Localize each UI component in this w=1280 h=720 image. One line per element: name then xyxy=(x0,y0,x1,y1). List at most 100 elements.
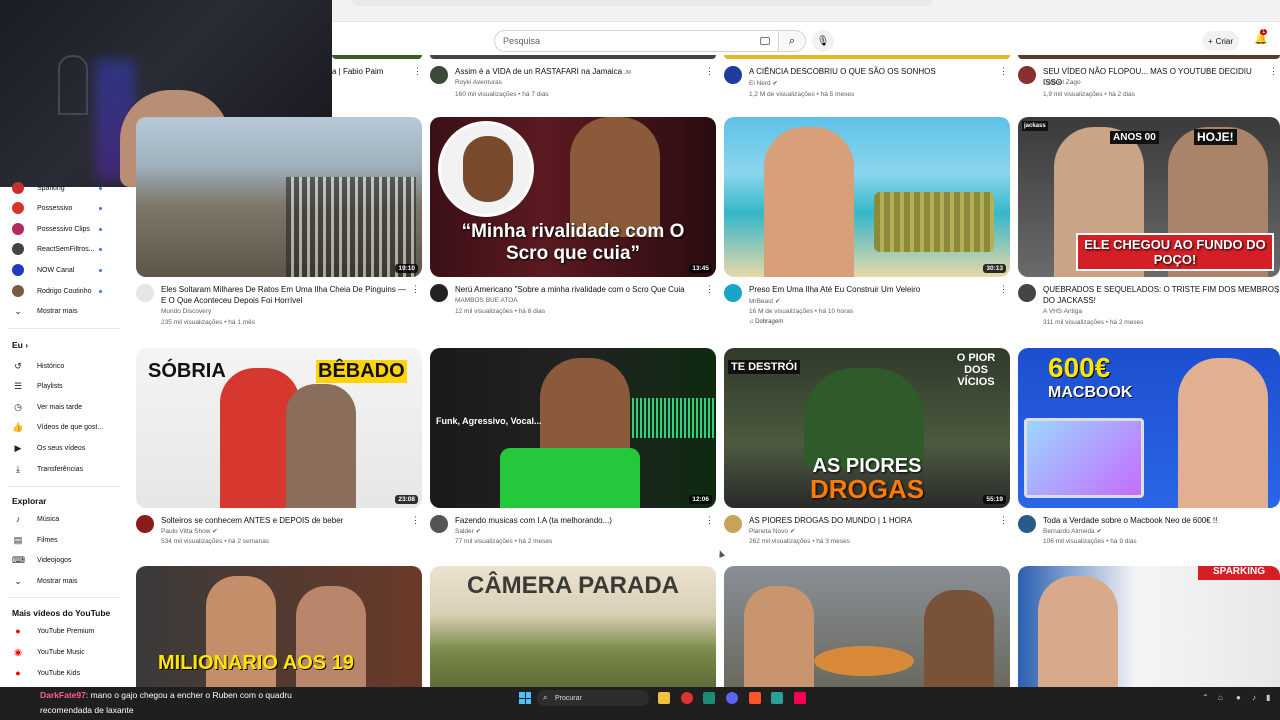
windows-start-icon[interactable] xyxy=(519,692,531,704)
channel-name[interactable]: Ei Nerd ✔ xyxy=(749,79,778,87)
video-title[interactable]: Assim é a VIDA de un RASTAFARI na Jamaic… xyxy=(455,66,700,79)
mic-icon[interactable]: ● xyxy=(1236,693,1241,702)
channel-avatar[interactable] xyxy=(1018,515,1036,533)
video-title[interactable]: A CIÊNCIA DESCOBRIU O QUE SÃO OS SONHOS xyxy=(749,66,994,77)
more-options-icon[interactable]: ⋮ xyxy=(705,515,714,526)
channel-avatar[interactable] xyxy=(136,515,154,533)
network-icon[interactable]: ⌂ xyxy=(1218,693,1223,702)
sidebar-item-gaming[interactable]: ⌨ Videojogos xyxy=(0,550,128,570)
tiktok-icon[interactable] xyxy=(794,692,806,704)
sidebar-sub-now-canal[interactable]: NOW Canal xyxy=(0,260,128,280)
sidebar-item-yt-music[interactable]: ◉ YouTube Music xyxy=(0,642,128,662)
address-bar[interactable] xyxy=(352,0,932,6)
channel-name[interactable]: MrBeast ✔ xyxy=(749,297,780,305)
sidebar-sub-possessivo[interactable]: Possessivo xyxy=(0,198,128,218)
channel-name[interactable]: Planeta Novo ✔ xyxy=(749,527,795,535)
sidebar-item-downloads[interactable]: ⤓ Transferências xyxy=(0,459,128,479)
sidebar-item-history[interactable]: ↺ Histórico xyxy=(0,356,128,376)
taskbar-search[interactable]: ⌕ Procurar xyxy=(537,690,649,706)
video-title[interactable]: a | Fabio Paim xyxy=(332,66,392,77)
channel-name[interactable]: MAMBOS BUE ATOA xyxy=(455,297,518,304)
channel-avatar[interactable] xyxy=(136,284,154,302)
chevron-up-icon[interactable]: ⌃ xyxy=(1202,693,1209,702)
channel-avatar[interactable] xyxy=(1018,284,1036,302)
sidebar-sub-reactsemfiltros[interactable]: ReactSemFiltros... xyxy=(0,239,128,259)
channel-avatar[interactable] xyxy=(724,284,742,302)
discord-icon[interactable] xyxy=(726,692,738,704)
video-thumbnail[interactable]: CÂMERA PARADA xyxy=(430,566,716,687)
channel-avatar[interactable] xyxy=(430,515,448,533)
video-title[interactable]: Fazendo musicas com I.A (ta melhorando..… xyxy=(455,515,700,526)
channel-name-text: Planeta Novo xyxy=(749,528,789,535)
sidebar-show-more-subs[interactable]: ⌄ Mostrar mais xyxy=(0,301,128,321)
channel-name[interactable]: Bernardo Almeida ✔ xyxy=(1043,527,1102,535)
video-thumbnail[interactable]: “Minha rivalidade com O Scro que cuia” 1… xyxy=(430,117,716,277)
search-input[interactable]: Pesquisa xyxy=(494,30,778,52)
sidebar-sub-rodrigo-coutinho[interactable]: Rodrigo Coutinho xyxy=(0,281,128,301)
video-title[interactable]: Nerú Americano "Sobre a minha rivalidade… xyxy=(455,284,700,295)
sidebar-item-music[interactable]: ♪ Música xyxy=(0,509,128,529)
keyboard-icon[interactable] xyxy=(760,37,770,45)
video-thumbnail[interactable]: 19:10 xyxy=(136,117,422,277)
channel-name[interactable]: Royki Aventuras xyxy=(455,79,502,86)
sidebar-item-watch-later[interactable]: ◷ Ver mais tarde xyxy=(0,397,128,417)
more-options-icon[interactable]: ⋮ xyxy=(705,284,714,295)
voice-search-button[interactable]: 🎙 xyxy=(812,30,834,52)
video-thumbnail[interactable]: jackass ANOS 00 HOJE! ELE CHEGOU AO FUND… xyxy=(1018,117,1280,277)
video-thumbnail[interactable]: Funk, Agressivo, Vocal... 12:06 xyxy=(430,348,716,508)
channel-name[interactable]: Gabriel Zago xyxy=(1043,79,1081,86)
channel-name[interactable]: Paulo Vitta Show ✔ xyxy=(161,527,218,535)
video-thumbnail[interactable]: TE DESTRÓI O PIOR DOS VÍCIOS AS PIORES D… xyxy=(724,348,1010,508)
file-explorer-icon[interactable] xyxy=(658,692,670,704)
channel-name[interactable]: A VHS Antiga xyxy=(1043,308,1082,315)
battery-icon[interactable]: ▮ xyxy=(1266,693,1270,702)
sidebar-item-movies[interactable]: ▤ Filmes xyxy=(0,530,128,550)
video-title[interactable]: Eles Soltaram Milhares De Ratos Em Uma I… xyxy=(161,284,406,306)
channel-name[interactable]: Mundo Discovery xyxy=(161,308,211,315)
video-thumbnail[interactable]: 30:13 xyxy=(724,117,1010,277)
video-thumbnail[interactable] xyxy=(724,566,1010,687)
channel-avatar[interactable] xyxy=(724,515,742,533)
video-thumbnail[interactable]: 600€ MACBOOK xyxy=(1018,348,1280,508)
channel-name[interactable]: Salder ✔ xyxy=(455,527,481,535)
you-heading[interactable]: Eu › xyxy=(12,340,28,350)
channel-avatar[interactable] xyxy=(430,284,448,302)
video-title[interactable]: QUEBRADOS E SEQUELADOS: O TRISTE FIM DOS… xyxy=(1043,284,1280,306)
dubbing-label: Dobragem xyxy=(755,319,784,325)
video-thumbnail[interactable]: SÓBRIA BÊBADO 23:08 xyxy=(136,348,422,508)
sidebar-show-more-explore[interactable]: ⌄ Mostrar mais xyxy=(0,571,128,591)
notifications-button[interactable]: 🔔 1 xyxy=(1254,29,1268,45)
more-options-icon[interactable]: ⋮ xyxy=(411,515,420,526)
sidebar-item-your-videos[interactable]: ▶ Os seus vídeos xyxy=(0,438,128,458)
more-options-icon[interactable]: ⋮ xyxy=(999,284,1008,295)
video-title[interactable]: Solteiros se conhecem ANTES e DEPOIS de … xyxy=(161,515,406,526)
sidebar-item-yt-premium[interactable]: ● YouTube Premium xyxy=(0,621,128,641)
more-options-icon[interactable]: ⋮ xyxy=(1273,284,1280,295)
app-icon[interactable] xyxy=(771,692,783,704)
sidebar-sub-possessivo-clips[interactable]: Possessivo Clips xyxy=(0,219,128,239)
more-options-icon[interactable]: ⋮ xyxy=(413,66,422,77)
create-button[interactable]: + Criar xyxy=(1202,31,1240,51)
channel-avatar[interactable] xyxy=(430,66,448,84)
video-title[interactable]: Toda a Verdade sobre o Macbook Neo de 60… xyxy=(1043,515,1280,526)
channel-avatar[interactable] xyxy=(724,66,742,84)
brave-browser-icon[interactable] xyxy=(749,692,761,704)
more-options-icon[interactable]: ⋮ xyxy=(999,515,1008,526)
video-title[interactable]: Preso Em Uma Ilha Até Eu Construir Um Ve… xyxy=(749,284,994,295)
volume-icon[interactable]: ♪ xyxy=(1252,693,1256,702)
more-options-icon[interactable]: ⋮ xyxy=(1269,66,1278,77)
sidebar-sub-sparking[interactable]: Sparking xyxy=(0,178,128,198)
sidebar-item-playlists[interactable]: ☰ Playlists xyxy=(0,376,128,396)
app-icon[interactable] xyxy=(681,692,693,704)
more-options-icon[interactable]: ⋮ xyxy=(411,284,420,295)
sidebar-item-yt-kids[interactable]: ● YouTube Kids xyxy=(0,663,128,683)
more-options-icon[interactable]: ⋮ xyxy=(705,66,714,77)
more-options-icon[interactable]: ⋮ xyxy=(999,66,1008,77)
search-button[interactable]: ⌕ xyxy=(778,30,806,52)
video-thumbnail[interactable]: SPARKING xyxy=(1018,566,1280,687)
video-title[interactable]: AS PIORES DROGAS DO MUNDO | 1 HORA xyxy=(749,515,994,526)
app-icon[interactable] xyxy=(703,692,715,704)
channel-avatar[interactable] xyxy=(1018,66,1036,84)
sidebar-item-liked[interactable]: 👍 Vídeos de que gost... xyxy=(0,417,128,437)
video-thumbnail[interactable]: MILIONARIO AOS 19 xyxy=(136,566,422,687)
